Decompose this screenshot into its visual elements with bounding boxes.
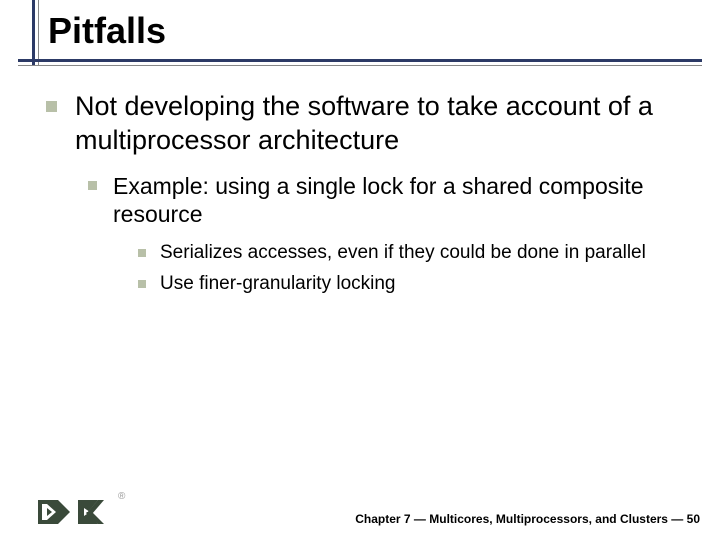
- square-bullet-icon: [88, 181, 97, 190]
- bullet-level2: Example: using a single lock for a share…: [88, 172, 690, 230]
- publisher-logo: [38, 494, 118, 530]
- bullet-text: Not developing the software to take acco…: [75, 90, 690, 158]
- square-bullet-icon: [138, 249, 146, 257]
- square-bullet-icon: [138, 280, 146, 288]
- vertical-rule-thick: [32, 0, 35, 65]
- bullet-text: Serializes accesses, even if they could …: [160, 241, 646, 266]
- bullet-text: Example: using a single lock for a share…: [113, 172, 690, 230]
- bullet-level3: Serializes accesses, even if they could …: [138, 241, 690, 266]
- title-area: Pitfalls: [0, 0, 720, 52]
- bullet-level1: Not developing the software to take acco…: [46, 90, 690, 158]
- footer-text: Chapter 7 — Multicores, Multiprocessors,…: [355, 512, 700, 526]
- square-bullet-icon: [46, 101, 57, 112]
- content-area: Not developing the software to take acco…: [46, 90, 690, 302]
- slide-title: Pitfalls: [48, 10, 720, 52]
- vertical-rule-thin: [38, 0, 39, 65]
- horizontal-rule-thin: [18, 65, 702, 66]
- registered-mark: ®: [118, 491, 125, 502]
- bullet-level3: Use finer-granularity locking: [138, 272, 690, 297]
- bullet-text: Use finer-granularity locking: [160, 272, 396, 297]
- horizontal-rule-thick: [18, 59, 702, 62]
